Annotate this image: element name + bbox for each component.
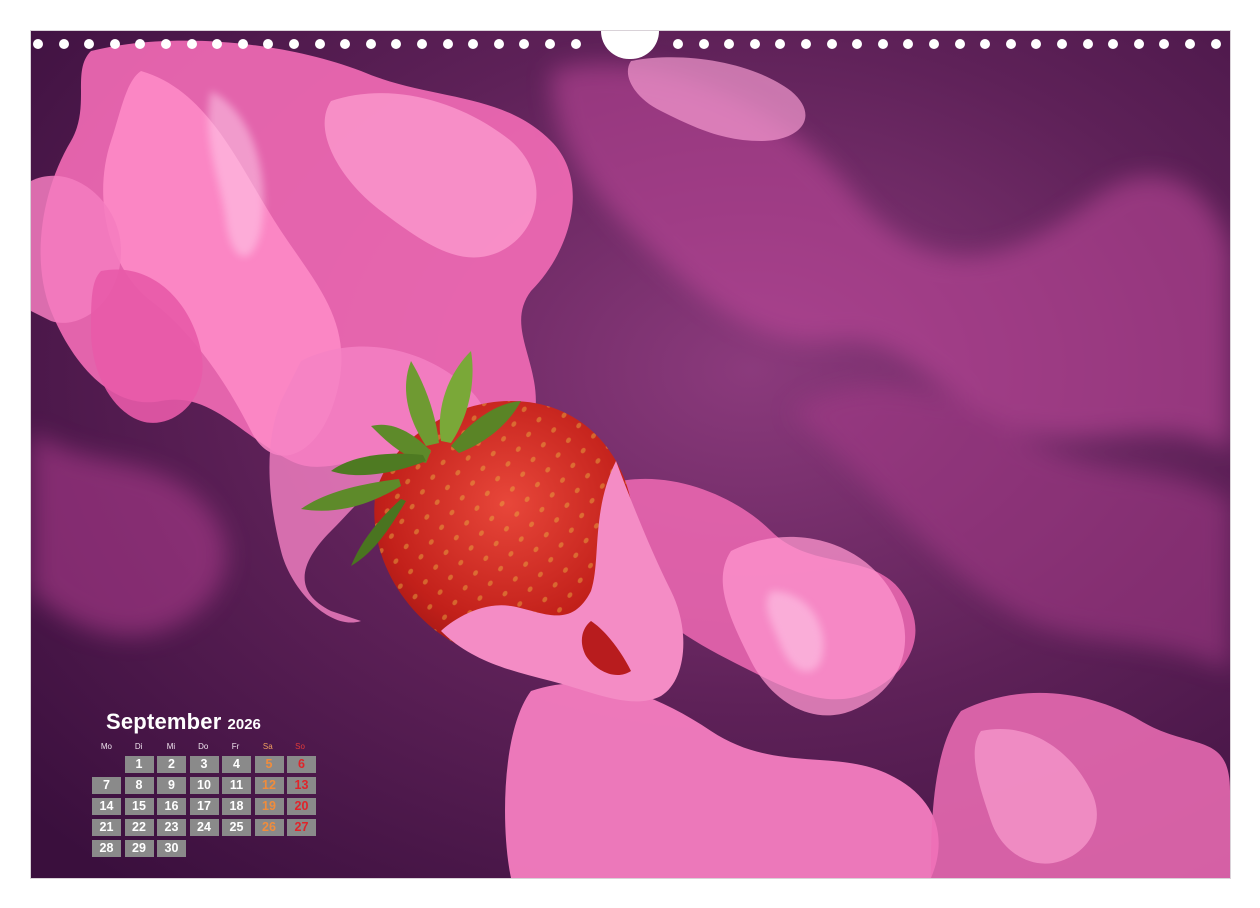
- day-cell: 26: [254, 819, 284, 836]
- day-grid: 1 2 3 4 5 6 7 8 9 10 11 12 13 14 15 16 17 18 19 20 21 22 23 24 2…: [92, 756, 320, 861]
- day-cell: 3: [189, 756, 219, 773]
- weekday-label: Mo: [100, 742, 112, 751]
- day-cell: 24: [189, 819, 219, 836]
- day-cell: 7: [92, 777, 121, 794]
- day-cell: 22: [124, 819, 154, 836]
- weekday-label: Do: [198, 742, 209, 751]
- year-label: 2026: [227, 716, 261, 733]
- day-cell: 14: [92, 798, 121, 815]
- day-cell: 8: [124, 777, 154, 794]
- calendar-page: September 2026 Mo Di Mi Do Fr Sa So 1 2 3 4 5 6 7 8 9 10…: [31, 31, 1230, 878]
- day-cell: 5: [254, 756, 284, 773]
- day-cell: 28: [92, 840, 121, 857]
- day-cell: 21: [92, 819, 121, 836]
- weekday-header-row: Mo Di Mi Do Fr Sa So: [92, 742, 318, 754]
- day-cell: 13: [287, 777, 316, 794]
- day-cell: 4: [222, 756, 251, 773]
- weekday-label: Mi: [166, 742, 176, 751]
- day-cell: 27: [287, 819, 316, 836]
- day-cell: 23: [157, 819, 186, 836]
- day-cell: 12: [254, 777, 284, 794]
- month-name: September: [106, 709, 222, 734]
- weekday-label: Fr: [231, 742, 240, 751]
- day-cell: 18: [222, 798, 251, 815]
- day-cell: 9: [157, 777, 186, 794]
- day-cell: 17: [189, 798, 219, 815]
- day-cell: 10: [189, 777, 219, 794]
- weekday-label: Di: [134, 742, 143, 751]
- day-cell: 2: [157, 756, 186, 773]
- day-cell: 20: [287, 798, 316, 815]
- day-cell: 1: [124, 756, 154, 773]
- day-cell: 15: [124, 798, 154, 815]
- weekday-label: Sa: [262, 742, 273, 751]
- day-cell: 25: [222, 819, 251, 836]
- empty-day-cell: [92, 756, 121, 773]
- day-cell: 29: [124, 840, 154, 857]
- day-cell: 11: [222, 777, 251, 794]
- month-calendar: September 2026 Mo Di Mi Do Fr Sa So 1 2 3 4 5 6 7 8 9 10…: [92, 709, 318, 861]
- day-cell: 6: [287, 756, 316, 773]
- day-cell: 19: [254, 798, 284, 815]
- calendar-title: September 2026: [106, 709, 332, 739]
- weekday-label: So: [295, 742, 305, 751]
- day-cell: 30: [157, 840, 186, 857]
- day-cell: 16: [157, 798, 186, 815]
